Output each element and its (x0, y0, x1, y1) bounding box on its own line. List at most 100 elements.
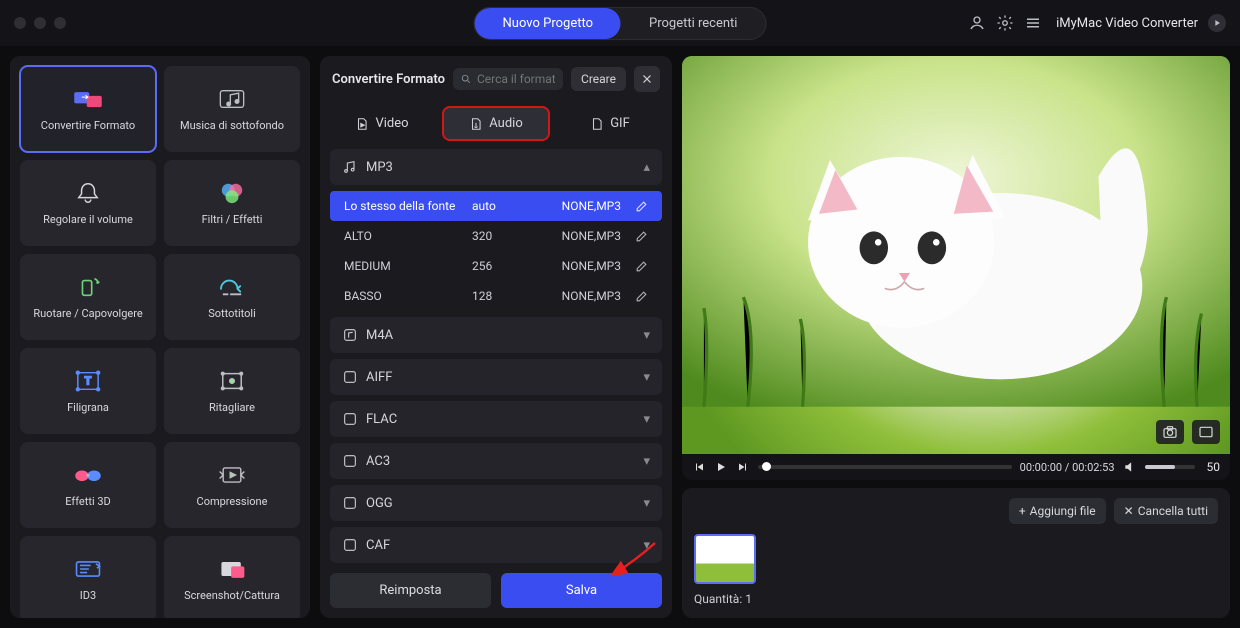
clear-all-button[interactable]: ✕ Cancella tutti (1114, 498, 1218, 524)
tool-subtitles[interactable]: Sottotitoli (164, 254, 300, 340)
bell-icon (73, 181, 103, 205)
format-group[interactable]: OGG ▾ (330, 485, 662, 521)
queue-item[interactable] (694, 534, 756, 584)
music-note-icon (342, 159, 358, 175)
tool-label: Filtri / Effetti (198, 213, 267, 226)
btn-label: Aggiungi file (1030, 504, 1096, 518)
preset-codec: NONE,MP3 (562, 229, 621, 243)
format-name: CAF (366, 538, 390, 553)
tool-screenshot[interactable]: Screenshot/Cattura (164, 536, 300, 618)
seek-bar[interactable] (758, 465, 1012, 469)
edit-icon[interactable] (635, 200, 648, 213)
preset-row[interactable]: MEDIUM 256 NONE,MP3 (330, 251, 662, 281)
tab-video[interactable]: Video (330, 108, 434, 139)
snapshot-button[interactable] (1156, 420, 1184, 444)
queue-thumbnails (694, 534, 1218, 584)
preset-row[interactable]: BASSO 128 NONE,MP3 (330, 281, 662, 311)
next-button[interactable] (736, 460, 750, 474)
chevron-down-icon: ▾ (643, 496, 650, 511)
tool-crop[interactable]: Ritagliare (164, 348, 300, 434)
reset-button[interactable]: Reimposta (330, 573, 491, 608)
file-queue: + Aggiungi file ✕ Cancella tutti Quantit… (682, 488, 1230, 618)
add-file-button[interactable]: + Aggiungi file (1009, 498, 1106, 524)
tab-audio[interactable]: Audio (444, 108, 548, 139)
video-preview: 00:00:00 / 00:02:53 50 (682, 56, 1230, 480)
play-button[interactable] (714, 460, 728, 474)
tool-convert-format[interactable]: Convertire Formato (20, 66, 156, 152)
fullscreen-button[interactable] (1192, 420, 1220, 444)
audio-icon (342, 453, 358, 469)
tab-gif[interactable]: GIF (558, 108, 662, 139)
format-group[interactable]: FLAC ▾ (330, 401, 662, 437)
format-panel-footer: Reimposta Salva (320, 563, 672, 618)
close-panel[interactable] (634, 66, 660, 92)
menu-icon[interactable] (1024, 14, 1042, 32)
chevron-up-icon: ▴ (643, 160, 650, 175)
audio-icon (342, 495, 358, 511)
minimize-window[interactable] (34, 17, 46, 29)
plus-icon: + (1019, 504, 1026, 518)
chevron-down-icon: ▾ (643, 454, 650, 469)
tool-watermark[interactable]: T Filigrana (20, 348, 156, 434)
format-panel: Convertire Formato Creare Video Audio GI… (320, 56, 672, 618)
tool-label: Ritagliare (205, 401, 259, 414)
format-list[interactable]: MP3 ▴ Lo stesso della fonte auto NONE,MP… (320, 149, 672, 563)
watermark-icon: T (73, 369, 103, 393)
tool-filters-effects[interactable]: Filtri / Effetti (164, 160, 300, 246)
maximize-window[interactable] (54, 17, 66, 29)
trash-icon: ✕ (1124, 504, 1134, 518)
tool-id3[interactable]: ID3 (20, 536, 156, 618)
search-input[interactable] (477, 72, 555, 86)
edit-icon[interactable] (635, 230, 648, 243)
format-group-mp3[interactable]: MP3 ▴ (330, 149, 662, 185)
preset-bitrate: 320 (472, 229, 532, 243)
chevron-down-icon: ▾ (643, 370, 650, 385)
tool-label: ID3 (76, 589, 100, 602)
btn-label: Cancella tutti (1138, 504, 1208, 518)
tab-recent-projects[interactable]: Progetti recenti (621, 8, 765, 39)
tool-label: Filigrana (63, 401, 113, 414)
account-icon[interactable] (968, 14, 986, 32)
queue-count: Quantità: 1 (694, 592, 1218, 606)
format-group[interactable]: AC3 ▾ (330, 443, 662, 479)
speaker-icon (1123, 460, 1137, 474)
prev-button[interactable] (692, 460, 706, 474)
create-button[interactable]: Creare (571, 67, 626, 91)
edit-icon[interactable] (635, 260, 648, 273)
id3-icon (73, 557, 103, 581)
preset-bitrate: 256 (472, 259, 532, 273)
titlebar-right: iMyMac Video Converter (968, 14, 1226, 32)
edit-icon[interactable] (635, 290, 648, 303)
close-window[interactable] (14, 17, 26, 29)
volume-slider[interactable] (1145, 465, 1195, 469)
save-button[interactable]: Salva (501, 573, 662, 608)
tab-new-project[interactable]: Nuovo Progetto (475, 8, 621, 39)
preview-frame[interactable] (682, 56, 1230, 454)
tab-label: Video (375, 116, 408, 131)
file-icon (590, 117, 604, 131)
format-name: M4A (366, 328, 393, 343)
audio-icon (342, 369, 358, 385)
preset-row[interactable]: ALTO 320 NONE,MP3 (330, 221, 662, 251)
tool-adjust-volume[interactable]: Regolare il volume (20, 160, 156, 246)
mute-button[interactable] (1123, 460, 1137, 474)
preset-name: Lo stesso della fonte (344, 199, 464, 213)
format-name: OGG (366, 496, 393, 511)
rotate-icon (73, 275, 103, 299)
titlebar: Nuovo Progetto Progetti recenti iMyMac V… (0, 0, 1240, 46)
tool-compression[interactable]: Compressione (164, 442, 300, 528)
svg-text:T: T (85, 374, 92, 387)
format-search[interactable] (453, 68, 563, 90)
format-group[interactable]: M4A ▾ (330, 317, 662, 353)
format-group[interactable]: AIFF ▾ (330, 359, 662, 395)
tool-background-music[interactable]: Musica di sottofondo (164, 66, 300, 152)
preset-row[interactable]: Lo stesso della fonte auto NONE,MP3 (330, 191, 662, 221)
audio-icon (342, 327, 358, 343)
format-group[interactable]: CAF ▾ (330, 527, 662, 563)
preset-bitrate: 128 (472, 289, 532, 303)
tool-rotate-flip[interactable]: Ruotare / Capovolgere (20, 254, 156, 340)
tool-label: Compressione (193, 495, 272, 508)
file-icon (469, 117, 483, 131)
gear-icon[interactable] (996, 14, 1014, 32)
tool-3d-effects[interactable]: Effetti 3D (20, 442, 156, 528)
